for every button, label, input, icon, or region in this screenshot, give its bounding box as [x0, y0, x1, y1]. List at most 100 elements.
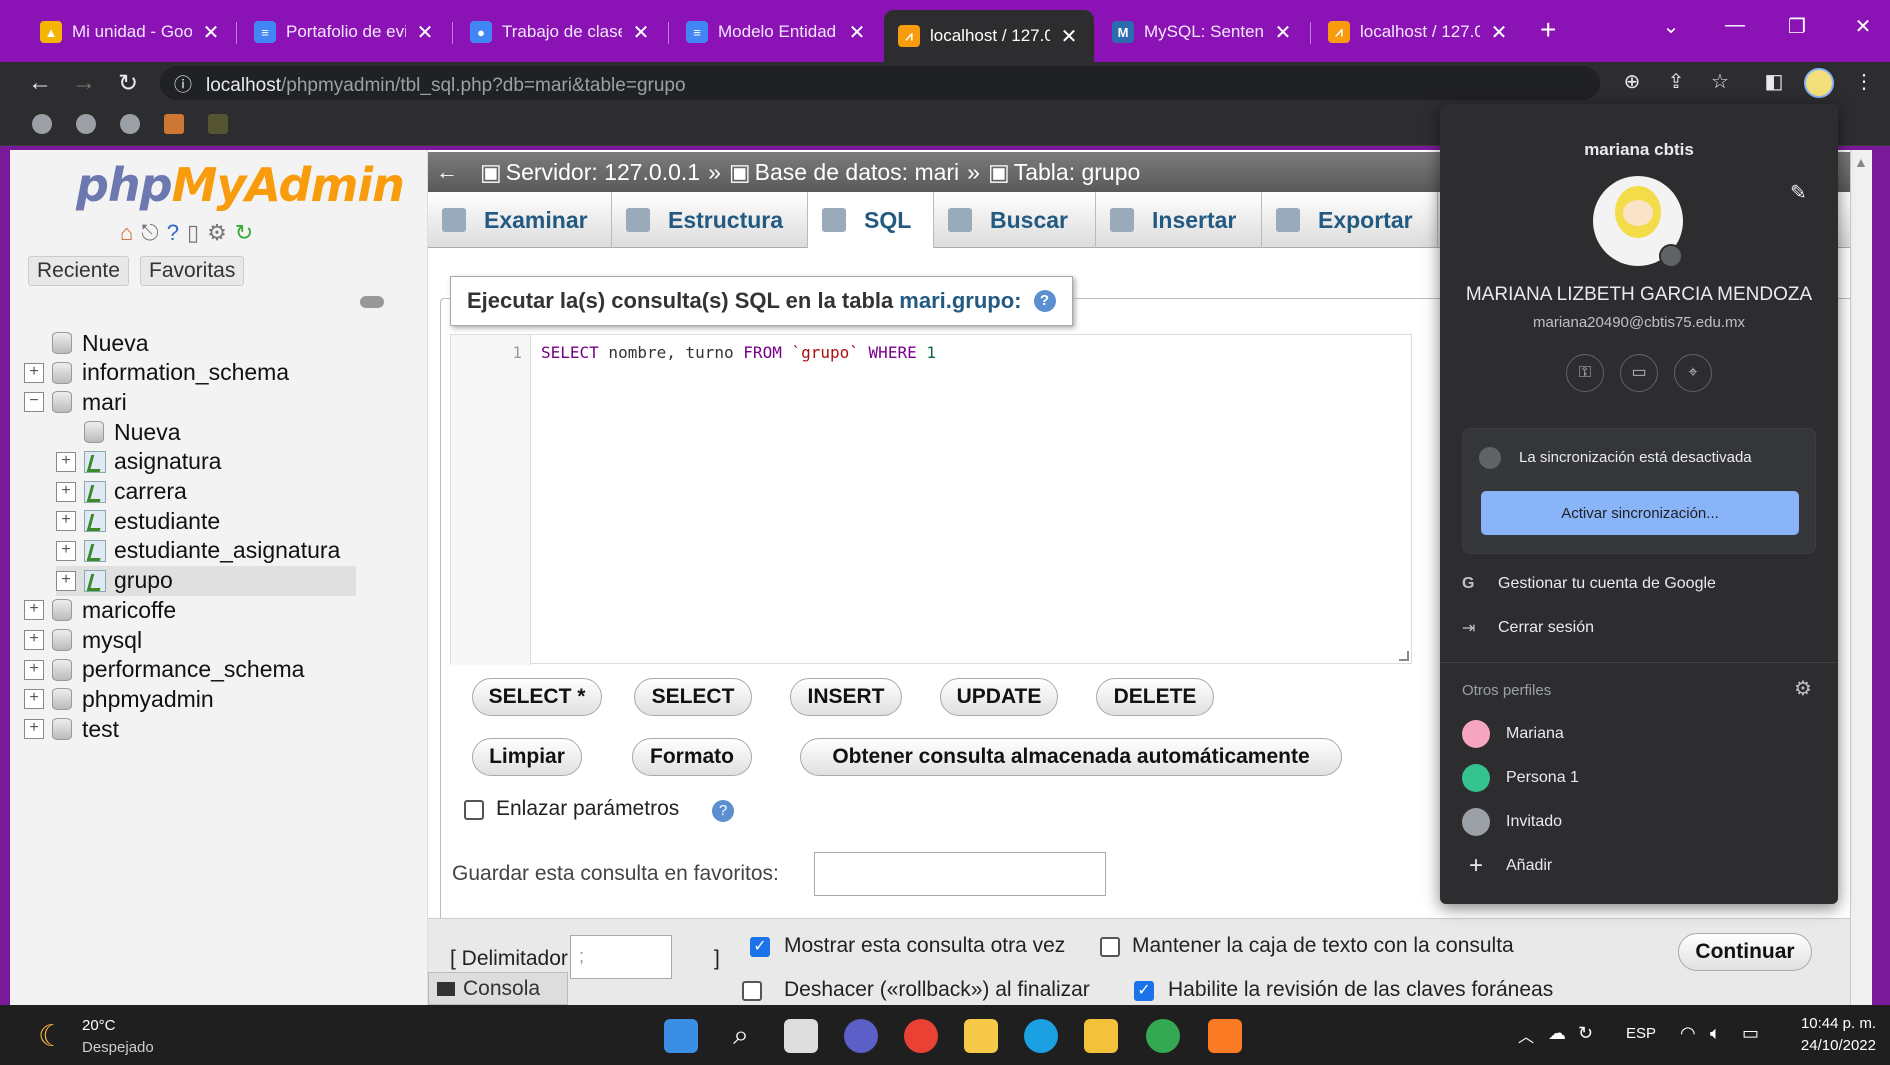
sign-out-item[interactable]: ⇥ Cerrar sesión: [1462, 612, 1594, 644]
browser-tab[interactable]: ≡ Modelo Entidad ✕: [672, 12, 880, 52]
chrome-profile-icon[interactable]: [1146, 1019, 1180, 1053]
select-button[interactable]: SELECT: [634, 678, 752, 716]
resize-handle[interactable]: [1399, 651, 1409, 661]
show-query-checkbox[interactable]: ✓: [750, 937, 770, 957]
bookmark-globe-icon[interactable]: [120, 114, 140, 134]
reload-icon[interactable]: ↻: [112, 69, 144, 98]
tree-item-maricoffe[interactable]: + maricoffe: [24, 595, 364, 625]
rollback-checkbox[interactable]: [742, 981, 762, 1001]
wifi-icon[interactable]: ◠: [1680, 1023, 1696, 1044]
save-favorite-input[interactable]: [814, 852, 1106, 896]
tree-item-asignatura[interactable]: + asignatura: [56, 447, 356, 477]
expand-icon[interactable]: +: [56, 540, 76, 561]
tree-item-information-schema[interactable]: + information_schema: [24, 358, 364, 388]
show-hidden-icons[interactable]: ︿: [1518, 1023, 1534, 1047]
expand-icon[interactable]: +: [56, 451, 76, 472]
expand-icon[interactable]: +: [24, 362, 44, 383]
zoom-icon[interactable]: ⊕: [1616, 69, 1648, 94]
tree-item-mari[interactable]: − mari: [24, 387, 364, 417]
settings-gear-icon[interactable]: ⚙: [207, 220, 227, 246]
tab-examinar[interactable]: Examinar: [428, 192, 612, 248]
phpmyadmin-logo[interactable]: phpMyAdmin: [76, 158, 405, 212]
forward-icon[interactable]: →: [68, 69, 100, 97]
help-icon[interactable]: ?: [1033, 290, 1056, 312]
logout-icon[interactable]: ⎋: [141, 220, 158, 246]
docs-icon[interactable]: ▯: [187, 220, 199, 246]
profile-item-mariana[interactable]: Mariana: [1462, 718, 1564, 750]
expand-icon[interactable]: +: [56, 511, 76, 532]
tree-item-Nueva[interactable]: Nueva: [24, 328, 364, 358]
tree-item-estudiante[interactable]: + estudiante: [56, 506, 356, 536]
tree-item-phpmyadmin[interactable]: + phpmyadmin: [24, 684, 364, 714]
browser-tab[interactable]: ≡ Portafolio de evic ✕: [240, 12, 448, 52]
close-window-button[interactable]: ✕: [1840, 14, 1886, 39]
insert-button[interactable]: INSERT: [790, 678, 902, 716]
breadcrumb-server[interactable]: Servidor: 127.0.0.1: [506, 159, 700, 186]
foreign-keys-checkbox[interactable]: ✓: [1134, 981, 1154, 1001]
expand-icon[interactable]: +: [24, 600, 44, 621]
back-icon[interactable]: ←: [24, 69, 56, 97]
tree-item-test[interactable]: + test: [24, 714, 364, 744]
sql-code[interactable]: SELECT nombre, turno FROM `grupo` WHERE …: [541, 343, 936, 362]
profile-avatar-button[interactable]: [1804, 68, 1834, 98]
weather-moon-icon[interactable]: ☾: [38, 1019, 65, 1054]
close-icon[interactable]: ✕: [1488, 20, 1510, 45]
help-icon[interactable]: ?: [167, 220, 179, 246]
battery-icon[interactable]: ▭: [1742, 1023, 1759, 1044]
tab-favorites[interactable]: Favoritas: [140, 256, 245, 286]
task-view-icon[interactable]: [784, 1019, 818, 1053]
browser-tab[interactable]: ⩘ localhost / 127.0. ✕: [1314, 12, 1522, 52]
browser-tab[interactable]: M MySQL: Sentenc ✕: [1098, 12, 1306, 52]
add-profile-item[interactable]: + Añadir: [1462, 850, 1552, 882]
menu-icon[interactable]: ⋮: [1848, 69, 1880, 94]
bookmark-app-icon[interactable]: [208, 114, 228, 134]
sync-icon[interactable]: ↻: [1578, 1023, 1593, 1044]
tab-estructura[interactable]: Estructura: [612, 192, 808, 248]
close-icon[interactable]: ✕: [200, 20, 222, 45]
enable-sync-button[interactable]: Activar sincronización...: [1481, 491, 1799, 535]
close-icon[interactable]: ✕: [1272, 20, 1294, 45]
scroll-up-icon[interactable]: ▲: [1854, 154, 1868, 178]
tree-item-performance-schema[interactable]: + performance_schema: [24, 655, 364, 685]
home-icon[interactable]: ⌂: [120, 220, 133, 246]
tab-exportar[interactable]: Exportar: [1262, 192, 1438, 248]
browser-tab[interactable]: ▲ Mi unidad - Goo ✕: [26, 12, 234, 52]
close-icon[interactable]: ✕: [630, 20, 652, 45]
delimiter-input[interactable]: ;: [570, 935, 672, 979]
location-pin-icon[interactable]: ⌖: [1674, 354, 1712, 392]
bind-params-checkbox[interactable]: [464, 800, 484, 820]
reload-nav-icon[interactable]: ↻: [235, 220, 253, 246]
bookmark-globe-icon[interactable]: [76, 114, 96, 134]
tree-item-grupo[interactable]: + grupo: [56, 565, 356, 596]
expand-icon[interactable]: +: [56, 481, 76, 502]
start-windows-icon[interactable]: [664, 1019, 698, 1053]
profile-item-guest[interactable]: Invitado: [1462, 806, 1562, 838]
tab-buscar[interactable]: Buscar: [934, 192, 1096, 248]
onedrive-cloud-icon[interactable]: ☁: [1548, 1023, 1566, 1044]
delete-button[interactable]: DELETE: [1096, 678, 1214, 716]
xampp-icon[interactable]: [1208, 1019, 1242, 1053]
tree-item-carrera[interactable]: + carrera: [56, 477, 356, 507]
file-explorer-icon[interactable]: [1084, 1019, 1118, 1053]
tree-item-Nueva[interactable]: Nueva: [56, 417, 356, 447]
link-icon[interactable]: [360, 296, 384, 308]
legend-table-link[interactable]: mari.grupo:: [899, 288, 1021, 314]
sticky-notes-icon[interactable]: [964, 1019, 998, 1053]
update-button[interactable]: UPDATE: [940, 678, 1058, 716]
bookmark-app-icon[interactable]: [164, 114, 184, 134]
edge-icon[interactable]: [1024, 1019, 1058, 1053]
expand-icon[interactable]: +: [24, 630, 44, 650]
sql-query-editor[interactable]: 1 SELECT nombre, turno FROM `grupo` WHER…: [450, 334, 1412, 665]
select-star-button[interactable]: SELECT *: [472, 678, 602, 716]
expand-icon[interactable]: +: [56, 570, 76, 591]
close-icon[interactable]: ✕: [1058, 24, 1080, 49]
browser-tab[interactable]: ● Trabajo de clase ✕: [456, 12, 664, 52]
expand-icon[interactable]: +: [24, 689, 44, 710]
weather-condition[interactable]: Despejado: [82, 1039, 154, 1056]
restore-button[interactable]: ❐: [1774, 14, 1820, 39]
breadcrumb-table[interactable]: Tabla: grupo: [1014, 159, 1141, 186]
help-icon[interactable]: ?: [712, 800, 734, 822]
close-icon[interactable]: ✕: [846, 20, 868, 45]
passwords-key-icon[interactable]: ⚿: [1566, 354, 1604, 392]
chat-icon[interactable]: [844, 1019, 878, 1053]
